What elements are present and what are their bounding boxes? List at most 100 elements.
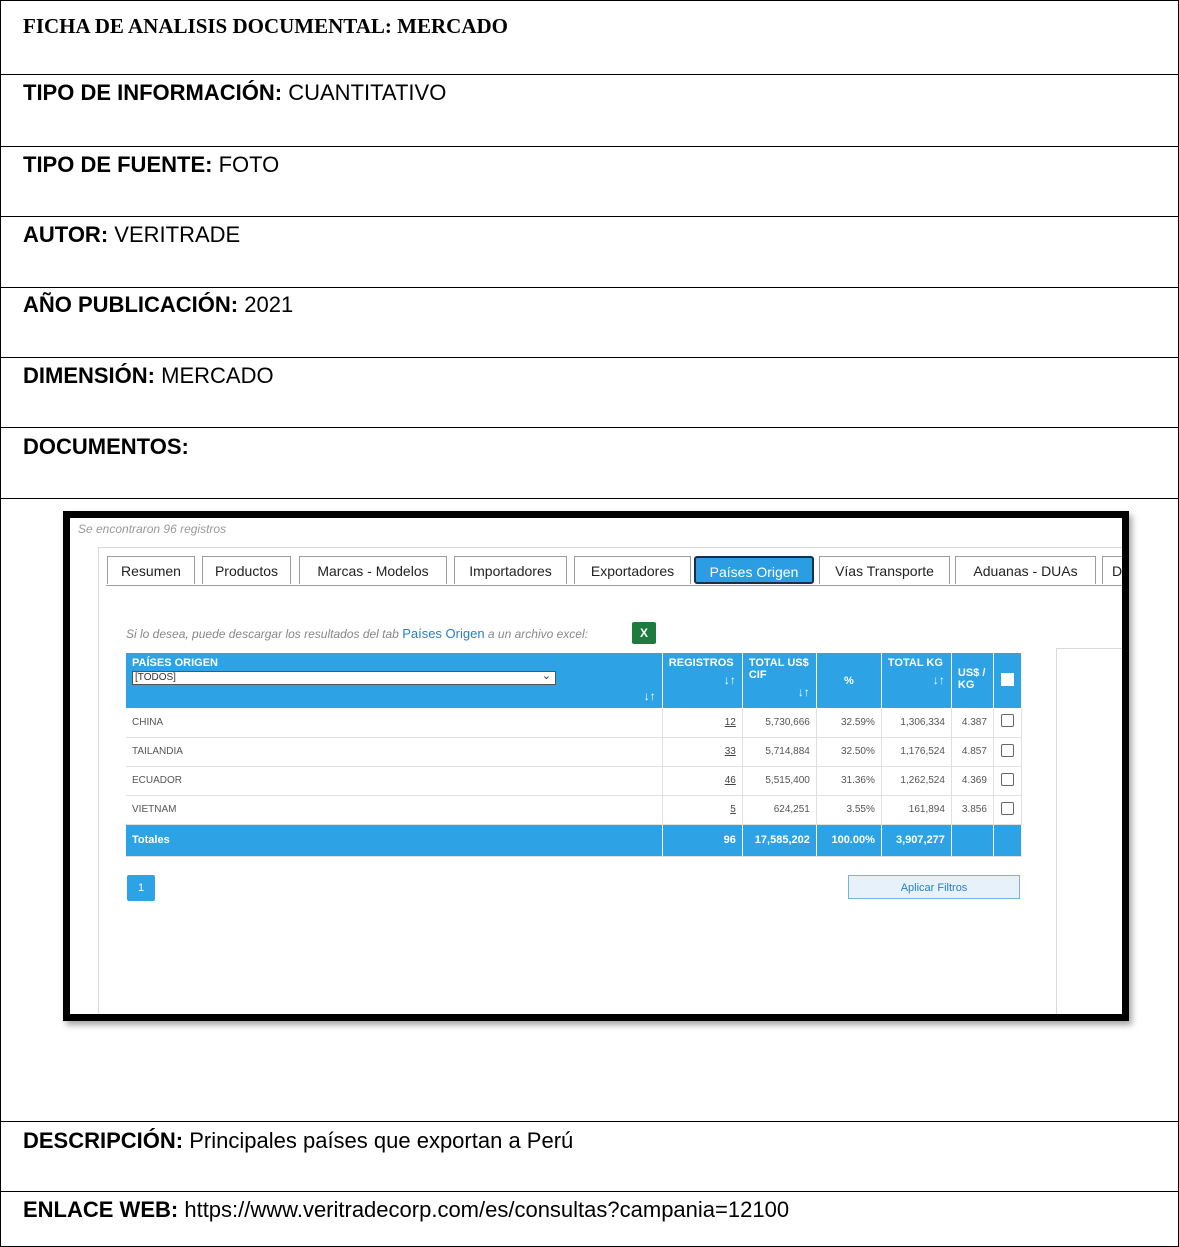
totals-registros: 96: [662, 824, 743, 857]
tipo-fuente-value: FOTO: [218, 152, 280, 177]
descripcion-row: DESCRIPCIÓN: Principales países que expo…: [1, 1122, 1178, 1192]
cell-kg: 1,262,524: [881, 766, 952, 796]
cell-registros-link[interactable]: 46: [662, 766, 743, 796]
row-checkbox[interactable]: [1000, 743, 1014, 757]
tab-more[interactable]: D: [1102, 556, 1122, 584]
table-row: VIETNAM 5 624,251 3.55% 161,894 3.856: [126, 795, 1023, 825]
cell-pais: ECUADOR: [126, 766, 663, 796]
col-total-kg: TOTAL KG ↓↑: [881, 653, 952, 708]
tipo-fuente-row: TIPO DE FUENTE: FOTO: [1, 147, 1178, 217]
download-hint: Si lo desea, puede descargar los resulta…: [126, 626, 588, 641]
tab-aduanas-duas[interactable]: Aduanas - DUAs: [955, 556, 1096, 584]
autor-row: AUTOR: VERITRADE: [1, 217, 1178, 288]
download-hint-post: a un archivo excel:: [487, 627, 588, 641]
excel-icon[interactable]: X: [632, 622, 656, 644]
totals-label: Totales: [126, 824, 663, 857]
tipo-informacion-label: TIPO DE INFORMACIÓN:: [23, 80, 283, 105]
documentos-row: DOCUMENTOS:: [1, 428, 1178, 499]
col-uskg: US$ / KG: [951, 653, 994, 708]
cell-cif: 5,730,666: [742, 708, 817, 738]
cell-pct: 32.50%: [816, 737, 882, 767]
tipo-informacion-value: CUANTITATIVO: [288, 80, 447, 105]
autor-label: AUTOR:: [23, 222, 109, 247]
totals-kg: 3,907,277: [881, 824, 952, 857]
col-total-cif-label: TOTAL US$ CIF: [748, 657, 809, 681]
veritrade-screenshot: Se encontraron 96 registros Resumen Prod…: [63, 511, 1129, 1021]
cell-registros-link[interactable]: 12: [662, 708, 743, 738]
table-row: CHINA 12 5,730,666 32.59% 1,306,334 4.38…: [126, 708, 1023, 738]
col-uskg-label: US$ / KG: [957, 667, 986, 691]
sort-icon[interactable]: ↓↑: [749, 685, 810, 699]
table-header: PAÍSES ORIGEN [TODOS] ⌄ ↓↑ REGISTROS ↓↑ T…: [126, 653, 1023, 708]
col-pct: %: [816, 653, 882, 708]
sort-icon[interactable]: ↓↑: [888, 673, 945, 687]
cell-checkbox: [993, 766, 1023, 796]
enlace-row: ENLACE WEB: https://www.veritradecorp.co…: [1, 1192, 1178, 1246]
cell-uskg: 3.856: [951, 795, 994, 825]
download-tab-link[interactable]: Países Origen: [402, 626, 484, 641]
cell-checkbox: [993, 795, 1023, 825]
cell-registros-link[interactable]: 5: [662, 795, 743, 825]
col-total-cif: TOTAL US$ CIF ↓↑: [742, 653, 817, 708]
cell-checkbox: [993, 737, 1023, 767]
totals-uskg: [951, 824, 994, 857]
tab-marcas-modelos[interactable]: Marcas - Modelos: [299, 556, 447, 584]
results-count-text: Se encontraron 96 registros: [78, 522, 227, 536]
cell-uskg: 4.857: [951, 737, 994, 767]
cell-kg: 1,306,334: [881, 708, 952, 738]
tab-exportadores[interactable]: Exportadores: [574, 556, 691, 584]
row-checkbox[interactable]: [1000, 801, 1014, 815]
cell-pais: TAILANDIA: [126, 737, 663, 767]
cell-uskg: 4.369: [951, 766, 994, 796]
col-registros: REGISTROS ↓↑: [662, 653, 743, 708]
col-select-all: [993, 653, 1023, 708]
tipo-informacion-row: TIPO DE INFORMACIÓN: CUANTITATIVO: [1, 75, 1178, 147]
tab-resumen[interactable]: Resumen: [107, 556, 195, 584]
anio-value: 2021: [244, 292, 294, 317]
sort-icon[interactable]: ↓↑: [132, 689, 656, 703]
cell-pais: CHINA: [126, 708, 663, 738]
download-hint-pre: Si lo desea, puede descargar los resulta…: [126, 627, 399, 641]
tab-importadores[interactable]: Importadores: [454, 556, 567, 584]
col-paises-origen: PAÍSES ORIGEN [TODOS] ⌄ ↓↑: [126, 653, 663, 708]
col-paises-origen-label: PAÍSES ORIGEN: [132, 657, 218, 669]
pagination-page-1[interactable]: 1: [127, 875, 155, 901]
apply-filters-button[interactable]: Aplicar Filtros: [848, 875, 1020, 899]
tab-vias-transporte[interactable]: Vías Transporte: [819, 556, 950, 584]
countries-table: PAÍSES ORIGEN [TODOS] ⌄ ↓↑ REGISTROS ↓↑ T…: [126, 653, 1023, 857]
tab-paises-origen[interactable]: Países Origen: [694, 556, 814, 584]
side-panel: [1056, 648, 1122, 1014]
descripcion-value: Principales países que exportan a Perú: [189, 1128, 574, 1153]
totals-row: Totales 96 17,585,202 100.00% 3,907,277: [126, 824, 1023, 857]
col-pct-label: %: [843, 674, 854, 687]
select-all-checkbox[interactable]: [1000, 673, 1014, 686]
country-filter-select[interactable]: [TODOS] ⌄: [132, 670, 556, 685]
cell-pais: VIETNAM: [126, 795, 663, 825]
descripcion-label: DESCRIPCIÓN:: [23, 1128, 184, 1153]
dimension-row: DIMENSIÓN: MERCADO: [1, 358, 1178, 428]
anio-label: AÑO PUBLICACIÓN:: [23, 292, 239, 317]
enlace-value[interactable]: https://www.veritradecorp.com/es/consult…: [184, 1197, 789, 1222]
cell-registros-link[interactable]: 33: [662, 737, 743, 767]
totals-checkbox-cell: [993, 824, 1023, 857]
country-filter-value: [TODOS]: [135, 672, 176, 683]
tab-productos[interactable]: Productos: [202, 556, 291, 584]
totals-cif: 17,585,202: [742, 824, 817, 857]
cell-cif: 5,515,400: [742, 766, 817, 796]
tab-divider: [106, 585, 1122, 586]
cell-pct: 32.59%: [816, 708, 882, 738]
sort-icon[interactable]: ↓↑: [669, 673, 736, 687]
totals-pct: 100.00%: [816, 824, 882, 857]
enlace-label: ENLACE WEB:: [23, 1197, 179, 1222]
documentos-label: DOCUMENTOS:: [23, 434, 189, 459]
chevron-down-icon: ⌄: [541, 670, 551, 682]
cell-pct: 3.55%: [816, 795, 882, 825]
row-checkbox[interactable]: [1000, 772, 1014, 786]
form-title-row: FICHA DE ANALISIS DOCUMENTAL: MERCADO: [1, 1, 1178, 75]
cell-kg: 161,894: [881, 795, 952, 825]
row-checkbox[interactable]: [1000, 714, 1014, 728]
col-registros-label: REGISTROS: [668, 657, 734, 669]
cell-cif: 5,714,884: [742, 737, 817, 767]
form-title: FICHA DE ANALISIS DOCUMENTAL: MERCADO: [23, 14, 508, 38]
cell-checkbox: [993, 708, 1023, 738]
